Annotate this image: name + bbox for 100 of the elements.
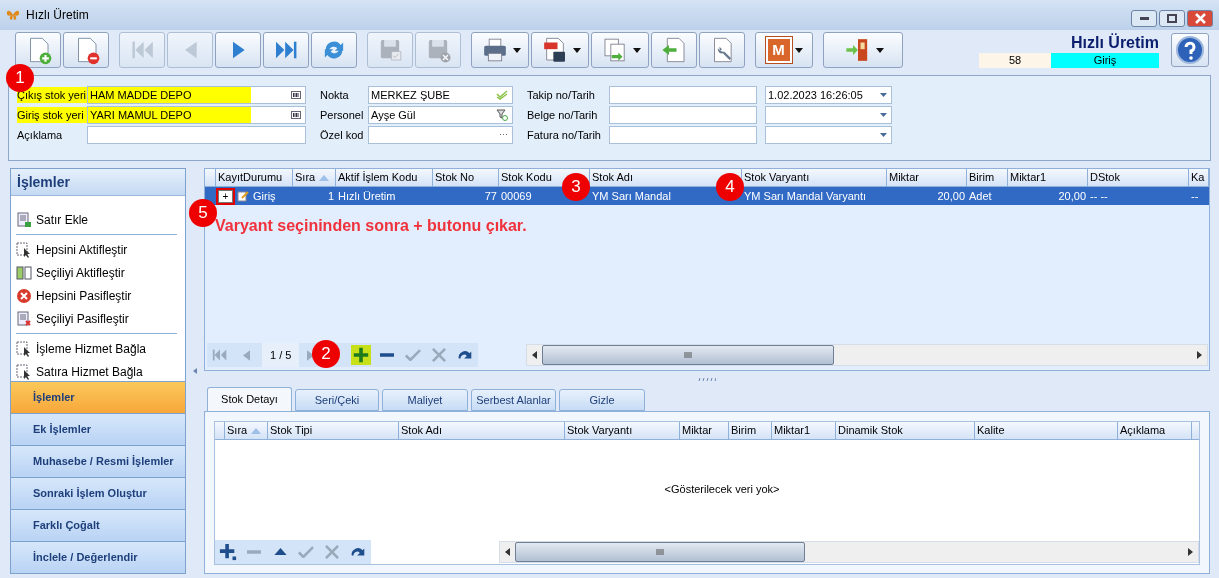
next-icon bbox=[306, 349, 314, 361]
input-field[interactable]: ··· bbox=[368, 126, 513, 144]
scrollbar-thumb[interactable] bbox=[515, 541, 805, 562]
caret-icon bbox=[875, 47, 884, 53]
table-cell-text: 1 bbox=[327, 188, 334, 204]
nav-section-button[interactable]: Farklı Çoğalt bbox=[11, 509, 186, 541]
field-label: Giriş stok yeri bbox=[17, 107, 87, 123]
maximize-button[interactable] bbox=[1159, 9, 1185, 27]
expand-button[interactable]: + bbox=[218, 189, 233, 203]
input-field[interactable] bbox=[609, 126, 757, 144]
nav-section-button[interactable]: Ek İşlemler bbox=[11, 413, 186, 445]
table-cell-text: Hızlı Üretim bbox=[338, 188, 396, 204]
column-header[interactable]: Miktar bbox=[889, 169, 919, 186]
page-indicator: 1 / 5 bbox=[262, 343, 300, 367]
new-document-button[interactable] bbox=[15, 32, 61, 68]
help-icon bbox=[1176, 36, 1204, 64]
column-header[interactable]: Dinamik Stok bbox=[838, 422, 903, 439]
next-button[interactable] bbox=[215, 32, 261, 68]
input-field[interactable]: Ayşe Gül bbox=[368, 106, 513, 124]
minimize-button[interactable] bbox=[1131, 9, 1157, 27]
table-cell-text: -- -- bbox=[1090, 188, 1108, 204]
nav-section-button[interactable]: Sonraki İşlem Oluştur bbox=[11, 477, 186, 509]
horizontal-scrollbar[interactable] bbox=[499, 540, 1199, 563]
table-cell-text: Giriş bbox=[253, 188, 276, 204]
delete-document-button[interactable] bbox=[63, 32, 109, 68]
scrollbar-thumb[interactable] bbox=[542, 345, 835, 365]
add-button[interactable] bbox=[351, 345, 372, 365]
menu-item[interactable]: Seçiliyi Aktifleştir bbox=[16, 261, 178, 284]
column-header[interactable]: Açıklama bbox=[1120, 422, 1166, 439]
menu-item[interactable]: Satır Ekle bbox=[16, 208, 178, 231]
input-field[interactable] bbox=[609, 106, 757, 124]
input-field[interactable]: YARI MAMUL DEPO bbox=[87, 106, 306, 124]
column-header[interactable]: Stok No bbox=[435, 169, 475, 186]
nav-section-button[interactable]: İşlemler bbox=[11, 381, 186, 413]
butterfly-icon bbox=[6, 8, 20, 22]
input-field[interactable] bbox=[87, 126, 306, 144]
table-cell-text: 77 bbox=[484, 188, 497, 204]
check-icon bbox=[298, 545, 314, 558]
tab[interactable]: Serbest Alanlar bbox=[471, 389, 556, 411]
menu-item[interactable]: Satıra Hizmet Bağla bbox=[16, 360, 178, 381]
last-record-button[interactable] bbox=[263, 32, 309, 68]
pencil-icon bbox=[237, 190, 249, 202]
cancel-icon bbox=[432, 348, 447, 362]
m-button[interactable]: M bbox=[755, 32, 813, 68]
tab[interactable]: Stok Detayı bbox=[207, 387, 292, 411]
tab[interactable]: Seri/Çeki bbox=[295, 389, 379, 411]
empty-message: <Gösterilecek veri yok> bbox=[664, 482, 780, 498]
column-header[interactable]: Stok Tipi bbox=[270, 422, 313, 439]
tab[interactable]: Gizle bbox=[559, 389, 645, 411]
pdf-save-button[interactable] bbox=[531, 32, 589, 68]
field-label: Nokta bbox=[320, 87, 350, 103]
column-header[interactable]: Miktar1 bbox=[1010, 169, 1047, 186]
import-document-button[interactable] bbox=[651, 32, 697, 68]
date-dropdown[interactable]: 1.02.2023 16:26:05 bbox=[765, 86, 892, 104]
column-header[interactable]: Ka bbox=[1191, 169, 1205, 186]
column-header[interactable]: Stok Varyantı bbox=[567, 422, 633, 439]
barcode-icon bbox=[291, 111, 301, 119]
column-header[interactable]: Miktar1 bbox=[774, 422, 811, 439]
horizontal-scrollbar[interactable] bbox=[526, 344, 1208, 366]
column-header[interactable]: Sıra bbox=[227, 422, 248, 439]
close-button[interactable] bbox=[1187, 9, 1213, 27]
input-field[interactable]: HAM MADDE DEPO bbox=[87, 86, 306, 104]
column-header[interactable]: Stok Adı bbox=[401, 422, 442, 439]
help-button[interactable] bbox=[1171, 33, 1209, 67]
caret-icon bbox=[512, 47, 521, 53]
menu-item[interactable]: Hepsini Aktifleştir bbox=[16, 238, 178, 261]
column-header[interactable]: Sıra bbox=[295, 169, 316, 186]
column-header[interactable]: KayıtDurumu bbox=[218, 169, 283, 186]
table-cell-text: YM Sarı Mandal bbox=[592, 188, 671, 204]
exit-door-button[interactable] bbox=[823, 32, 903, 68]
add-button[interactable] bbox=[218, 541, 238, 562]
column-header[interactable]: Birim bbox=[969, 169, 995, 186]
column-header[interactable]: DStok bbox=[1090, 169, 1120, 186]
document-wrench-button[interactable] bbox=[699, 32, 745, 68]
column-header[interactable]: Birim bbox=[731, 422, 757, 439]
menu-item[interactable]: Seçiliyi Pasifleştir bbox=[16, 307, 178, 330]
table-cell-text: 20,00 bbox=[1058, 188, 1086, 204]
column-header[interactable]: Stok Kodu bbox=[501, 169, 552, 186]
printer-button[interactable] bbox=[471, 32, 529, 68]
splitter-grip-icon bbox=[698, 377, 716, 381]
error-icon bbox=[16, 287, 32, 304]
tab[interactable]: Maliyet bbox=[382, 389, 468, 411]
column-header[interactable]: Kalite bbox=[977, 422, 1005, 439]
column-header[interactable]: Miktar bbox=[682, 422, 712, 439]
menu-item[interactable]: Hepsini Pasifleştir bbox=[16, 284, 178, 307]
date-dropdown[interactable] bbox=[765, 106, 892, 124]
column-header[interactable]: Aktif İşlem Kodu bbox=[338, 169, 418, 186]
scroll-left-icon bbox=[532, 351, 538, 359]
nav-section-button[interactable]: İnclele / Değerlendir bbox=[11, 541, 186, 573]
column-header[interactable]: Stok Varyantı bbox=[744, 169, 810, 186]
m-logo: M bbox=[765, 37, 792, 63]
input-field[interactable]: MERKEZ ŞUBE bbox=[368, 86, 513, 104]
menu-item[interactable]: İşleme Hizmet Bağla bbox=[16, 337, 178, 360]
add-row-icon bbox=[16, 211, 32, 228]
field-label: Fatura no/Tarih bbox=[527, 127, 602, 143]
date-dropdown[interactable] bbox=[765, 126, 892, 144]
nav-section-button[interactable]: Muhasebe / Resmi İşlemler bbox=[11, 445, 186, 477]
input-field[interactable] bbox=[609, 86, 757, 104]
column-header[interactable]: Stok Adı bbox=[592, 169, 633, 186]
refresh-button[interactable] bbox=[311, 32, 357, 68]
